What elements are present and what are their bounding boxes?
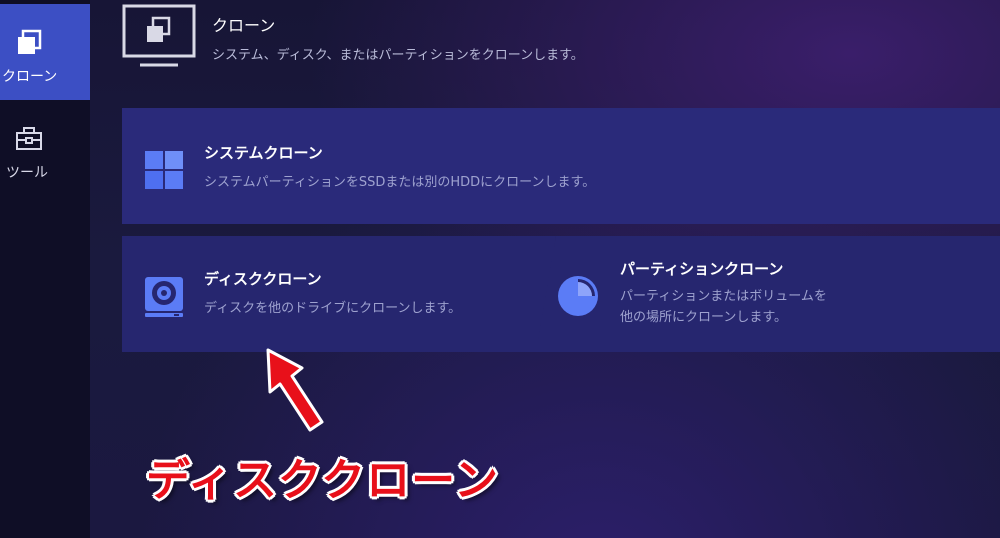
disk-clone-title: ディスククローン	[204, 270, 322, 288]
partition-clone-description-line1: パーティションまたはボリュームを	[620, 289, 827, 304]
sidebar-item-tools[interactable]: ツール	[0, 100, 90, 196]
sidebar-item-clone[interactable]: クローン	[0, 4, 90, 100]
system-clone-description: システムパーティションをSSDまたは別のHDDにクローンします。	[204, 175, 596, 190]
system-clone-title: システムクローン	[204, 144, 323, 162]
partition-clone-description: パーティションまたはボリュームを 他の場所にクローンします。	[620, 286, 827, 328]
disk-clone-card[interactable]: ディスククローン ディスクを他のドライブにクローンします。	[122, 236, 556, 352]
disk-icon	[145, 277, 183, 317]
disk-clone-description: ディスクを他のドライブにクローンします。	[204, 301, 462, 316]
system-clone-card[interactable]: システムクローン システムパーティションをSSDまたは別のHDDにクローンします…	[122, 108, 1000, 224]
annotation-label: ディスククローン	[146, 455, 499, 506]
toolbox-icon	[16, 127, 42, 150]
sidebar-item-label: ツール	[6, 165, 48, 181]
page-description: システム、ディスク、またはパーティションをクローンします。	[212, 48, 584, 63]
sidebar-item-label: クローン	[2, 69, 58, 85]
clone-monitor-icon	[122, 4, 196, 67]
sidebar: クローン ツール	[0, 0, 90, 538]
partition-clone-description-line2: 他の場所にクローンします。	[620, 310, 788, 325]
clone-icon	[18, 29, 42, 54]
windows-icon	[145, 151, 183, 189]
partition-clone-card[interactable]: パーティションクローン パーティションまたはボリュームを 他の場所にクローンしま…	[536, 236, 1000, 352]
page-title: クローン	[212, 16, 276, 35]
annotation-arrow-icon	[266, 348, 324, 432]
partition-clone-title: パーティションクローン	[620, 260, 784, 278]
pie-chart-icon	[558, 276, 598, 316]
